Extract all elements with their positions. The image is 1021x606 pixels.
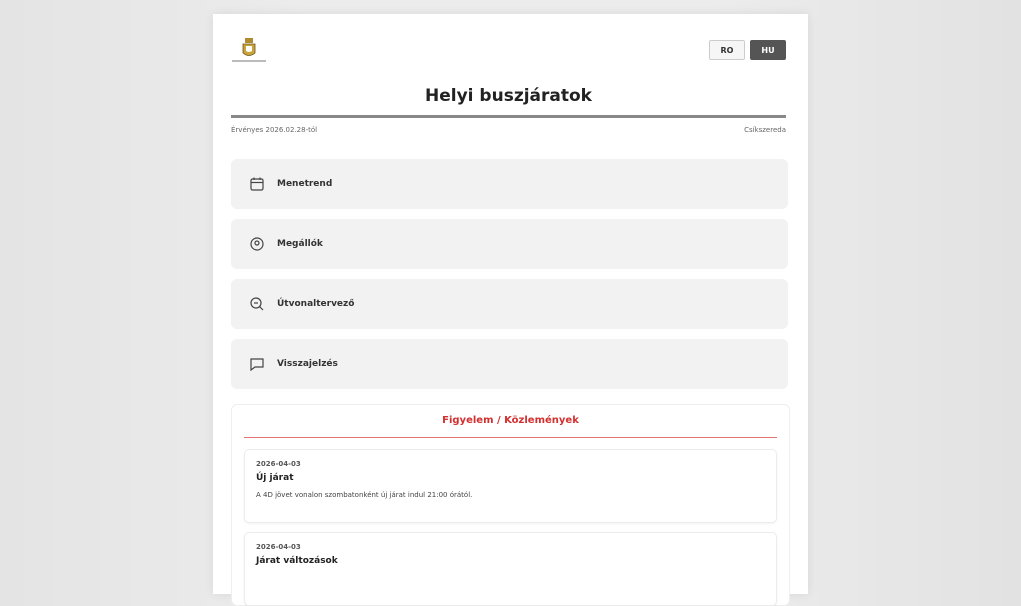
lang-hu-button[interactable]: HU — [750, 40, 786, 60]
location-pin-icon — [249, 236, 265, 252]
page-title: Helyi buszjáratok — [425, 86, 592, 106]
menu-stops[interactable]: Megállók — [231, 219, 788, 269]
valid-from-text: Érvényes 2026.02.28-tól — [231, 126, 318, 134]
notice-body: A 4D jövet vonalon szombatonként új jára… — [256, 491, 473, 499]
header: RO HU Helyi buszjáratok Érvényes 2026.02… — [213, 14, 808, 134]
notices-title: Figyelem / Közlemények — [442, 415, 579, 426]
city-name: Csíkszereda — [744, 126, 786, 134]
menu-stops-label: Megállók — [277, 239, 323, 249]
notices-divider — [244, 437, 777, 438]
feedback-icon — [249, 356, 265, 372]
city-logo[interactable] — [230, 36, 268, 68]
main-card: RO HU Helyi buszjáratok Érvényes 2026.02… — [213, 14, 808, 606]
menu-timetable-label: Menetrend — [277, 179, 333, 189]
notice-title: Járat változások — [256, 556, 338, 566]
menu-route-planner-label: Útvonaltervező — [277, 299, 355, 309]
menu-route-planner[interactable]: Útvonaltervező — [231, 279, 788, 329]
title-divider — [231, 115, 786, 118]
notice-item[interactable]: 2026-04-03 Új járat A 4D jövet vonalon s… — [244, 449, 777, 523]
menu-timetable[interactable]: Menetrend — [231, 159, 788, 209]
validity-line: Érvényes 2026.02.28-tól Csíkszereda — [231, 126, 786, 134]
notice-item[interactable]: 2026-04-03 Járat változások — [244, 532, 777, 606]
language-switcher: RO HU — [709, 40, 786, 60]
route-search-icon — [249, 296, 265, 312]
menu-feedback-label: Visszajelzés — [277, 359, 338, 369]
notices-panel: Figyelem / Közlemények 2026-04-03 Új jár… — [231, 404, 790, 606]
lang-ro-button[interactable]: RO — [709, 40, 745, 60]
notice-date: 2026-04-03 — [256, 460, 301, 468]
menu-feedback[interactable]: Visszajelzés — [231, 339, 788, 389]
calendar-icon — [249, 176, 265, 192]
notice-title: Új járat — [256, 473, 294, 483]
notice-date: 2026-04-03 — [256, 543, 301, 551]
